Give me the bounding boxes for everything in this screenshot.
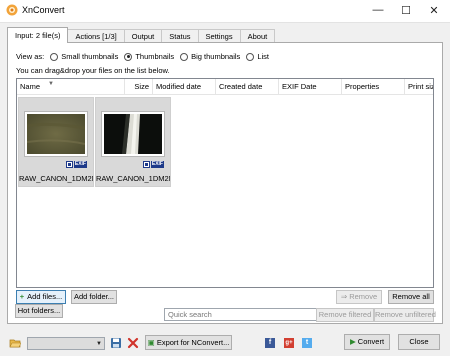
export-icon: ▣ [147,338,157,347]
tab-about[interactable]: About [239,29,276,43]
delete-icon[interactable] [127,337,139,349]
thumbnail-badges: EXIF [65,161,87,168]
column-header-properties[interactable]: Properties [342,79,405,95]
radio-list[interactable]: List [246,52,269,61]
column-header-size[interactable]: Size [125,79,153,95]
radio-thumbnails[interactable]: Thumbnails [124,52,174,61]
add-files-button[interactable]: + Add files... [16,290,66,304]
radio-indicator [124,52,133,61]
thumbnail-frame [101,111,165,157]
close-window-button[interactable]: ✕ [420,0,448,20]
view-as-label: View as: [16,52,45,61]
exif-badge: EXIF [150,161,164,168]
thumbnail-image [104,114,162,154]
button-label: Remove [349,292,378,301]
thumbnail-badges: EXIF [142,161,164,168]
file-list[interactable]: Name ▼ Size Modified date Created date E… [16,78,434,288]
tab-input[interactable]: Input: 2 file(s) [7,27,69,43]
add-icon: + [19,292,25,301]
column-header-label: Name [20,82,41,91]
input-panel: View as: Small thumbnails Thumbnails Big… [7,42,443,324]
open-folder-icon[interactable] [9,337,21,349]
hot-folders-button[interactable]: Hot folders... [15,304,63,318]
radio-label: Small thumbnails [61,52,119,61]
file-name: RAW_CANON_1DM2N... [96,174,170,183]
thumbnail-image [27,114,85,154]
radio-small-thumbnails[interactable]: Small thumbnails [50,52,118,61]
file-name: RAW_CANON_1DM2N... [19,174,93,183]
close-button[interactable]: Close [398,334,440,350]
tab-output[interactable]: Output [123,29,163,43]
column-header-modified-date[interactable]: Modified date [153,79,216,95]
radio-indicator [246,52,255,61]
convert-button[interactable]: ▶ Convert [344,334,390,350]
maximize-button[interactable]: ☐ [392,0,420,20]
chevron-down-icon: ▼ [96,341,102,347]
column-header-name[interactable]: Name ▼ [17,79,125,95]
remove-icon: ⇒ [340,292,350,301]
main-window: Input: 2 file(s) Actions [1/3] Output St… [0,22,450,356]
remove-button[interactable]: ⇒ Remove [336,290,382,304]
remove-filtered-button[interactable]: Remove filtered [316,308,374,322]
file-type-icon [142,161,150,168]
column-header-print-size[interactable]: Print size [405,79,433,95]
xnconvert-logo-icon [6,4,18,16]
quick-search-input[interactable]: Quick search [164,308,318,321]
radio-label: Big thumbnails [191,52,241,61]
google-plus-icon[interactable]: g+ [284,338,294,348]
tab-bar: Input: 2 file(s) Actions [1/3] Output St… [7,27,276,43]
thumbnail-frame [24,111,88,157]
file-type-icon [65,161,73,168]
column-header-exif-date[interactable]: EXIF Date [279,79,342,95]
title-bar: XnConvert — ☐ ✕ [0,0,450,22]
remove-unfiltered-button[interactable]: Remove unfiltered [374,308,436,322]
list-header: Name ▼ Size Modified date Created date E… [17,79,433,95]
radio-label: List [257,52,269,61]
radio-indicator [50,52,59,61]
remove-all-button[interactable]: Remove all [388,290,434,304]
radio-big-thumbnails[interactable]: Big thumbnails [180,52,240,61]
view-as-group: View as: Small thumbnails Thumbnails Big… [16,51,269,62]
tab-settings[interactable]: Settings [197,29,241,43]
exif-badge: EXIF [73,161,87,168]
drag-drop-hint: You can drag&drop your files on the list… [16,66,170,75]
file-thumbnail[interactable]: EXIF RAW_CANON_1DM2N... [18,97,94,187]
tab-actions[interactable]: Actions [1/3] [67,29,125,43]
button-label: Add files... [27,292,63,301]
facebook-icon[interactable]: f [265,338,275,348]
button-label: Export for NConvert... [156,338,230,347]
tab-status[interactable]: Status [161,29,199,43]
convert-icon: ▶ [349,337,358,346]
save-icon[interactable] [110,337,122,349]
sort-arrow-icon: ▼ [48,81,54,87]
window-title: XnConvert [22,5,65,15]
column-header-created-date[interactable]: Created date [216,79,279,95]
export-nconvert-button[interactable]: ▣ Export for NConvert... [145,335,232,350]
button-label: Convert [357,337,385,346]
add-folder-button[interactable]: Add folder... [71,290,117,304]
bottom-toolbar: ▼ ▣ Export for NConvert... f g+ t ▶ Conv… [0,328,450,356]
minimize-button[interactable]: — [364,0,392,20]
radio-indicator [180,52,189,61]
settings-preset-dropdown[interactable]: ▼ [27,337,105,350]
file-thumbnail[interactable]: EXIF RAW_CANON_1DM2N... [95,97,171,187]
radio-label: Thumbnails [135,52,175,61]
twitter-icon[interactable]: t [302,338,312,348]
